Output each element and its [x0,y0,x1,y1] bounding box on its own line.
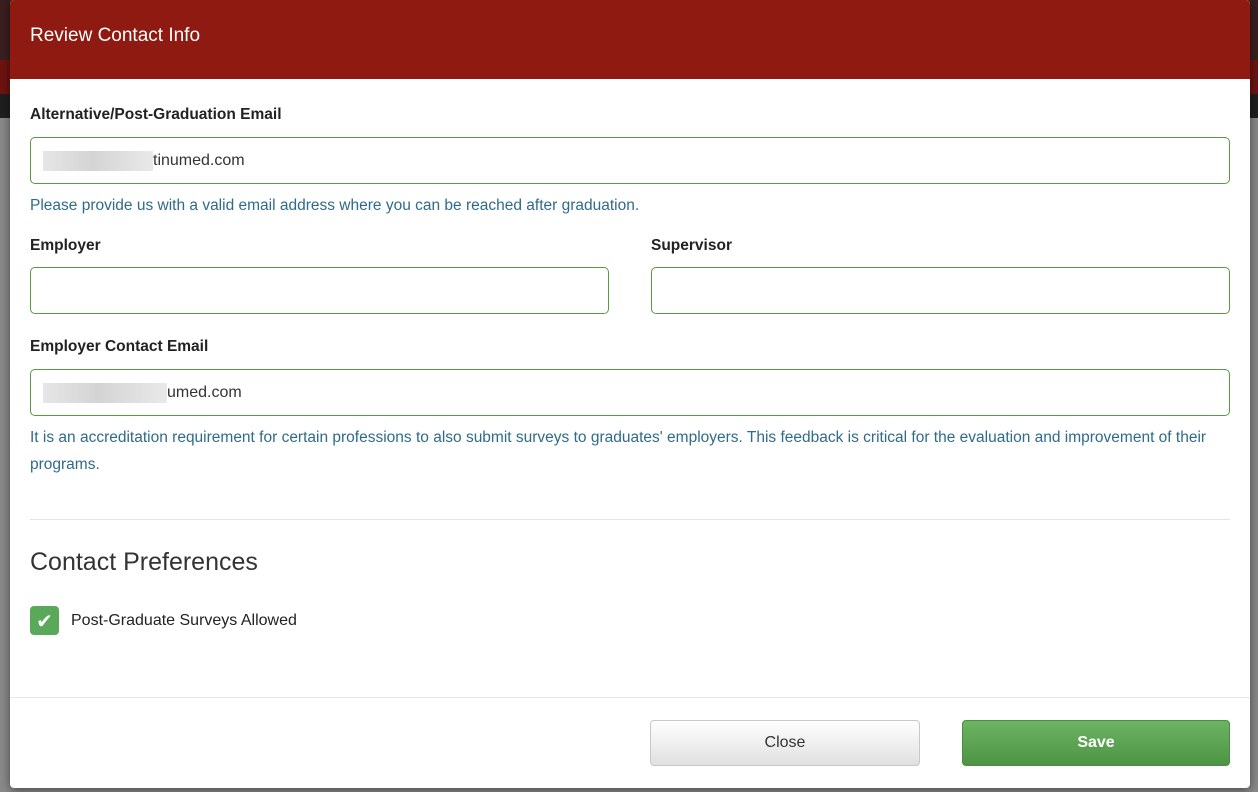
close-button[interactable]: Close [650,720,920,766]
employer-field[interactable] [30,267,609,314]
redacted-text [43,150,153,171]
modal-title: Review Contact Info [30,24,201,46]
surveys-allowed-checkbox[interactable]: ✔ [30,606,59,635]
surveys-allowed-option[interactable]: ✔ Post-Graduate Surveys Allowed [30,606,297,635]
section-divider [30,519,1230,520]
review-contact-modal: Review Contact Info Alternative/Post-Gra… [10,0,1250,788]
supervisor-field[interactable] [651,267,1230,314]
alt-email-label: Alternative/Post-Graduation Email [30,106,282,123]
employer-email-value: umed.com [167,383,242,401]
surveys-allowed-label: Post-Graduate Surveys Allowed [71,611,297,629]
contact-preferences-title: Contact Preferences [30,548,258,576]
footer-divider [10,697,1250,698]
employer-email-label: Employer Contact Email [30,338,209,355]
save-button[interactable]: Save [962,720,1230,766]
employer-email-help: It is an accreditation requirement for c… [30,429,1207,473]
redacted-text [43,382,167,403]
checkmark-icon: ✔ [36,608,53,633]
alt-email-value: tinumed.com [153,151,245,169]
employer-email-field[interactable]: umed.com [30,369,1230,416]
modal-header: Review Contact Info [10,0,1250,79]
alt-email-help: Please provide us with a valid email add… [30,197,640,214]
alt-email-field[interactable]: tinumed.com [30,137,1230,184]
supervisor-label: Supervisor [651,237,732,254]
employer-label: Employer [30,237,101,254]
